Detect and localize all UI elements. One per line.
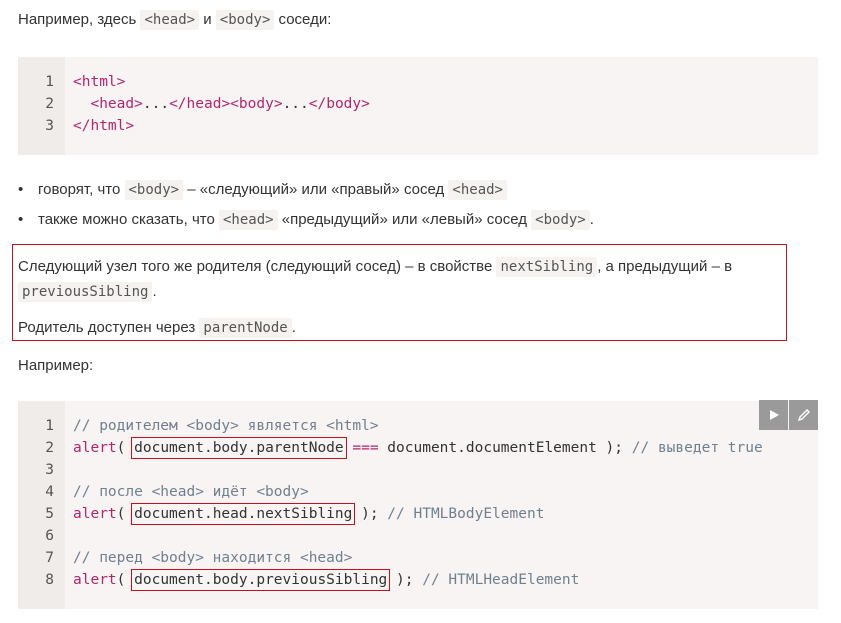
code-token: </body> [308, 96, 370, 112]
code-token: alert [73, 572, 117, 588]
callout-line-3: Родитель доступен через parentNode. [18, 318, 296, 338]
callout-text: . [152, 283, 157, 300]
edit-button[interactable] [789, 400, 818, 430]
run-button[interactable] [759, 400, 788, 430]
line-number: 3 [45, 118, 54, 134]
bullet-text-c: . [589, 211, 594, 228]
code-token: document.documentElement ); [378, 440, 632, 456]
line-number: 6 [45, 528, 54, 544]
code-line: </html> [73, 118, 134, 134]
inline-code-parentnode: parentNode [199, 318, 292, 338]
code-token: ... [142, 96, 170, 112]
code-line: alert( document.body.previousSibling ); … [73, 569, 580, 591]
code-line: // после <head> идёт <body> [73, 484, 309, 500]
play-icon [769, 410, 779, 420]
callout-text: . [291, 319, 296, 336]
code-token: ... [282, 96, 309, 112]
code-line: alert( document.body.parentNode === docu… [73, 437, 763, 459]
list-item: • также можно сказать, что <head> «преды… [18, 210, 818, 231]
code-line: alert( document.head.nextSibling ); // H… [73, 503, 545, 525]
line-number: 8 [45, 572, 54, 588]
inline-code-nextsibling: nextSibling [496, 257, 598, 277]
intro-paragraph: Например, здесь <head> и <body> соседи: [18, 10, 332, 30]
code-token: <body> [230, 96, 283, 112]
code-block-example: 1 // родителем <body> является <html> 2 ale… [18, 401, 818, 609]
code-token: <head> [90, 96, 143, 112]
code-token: ); [387, 572, 423, 588]
example-label: Например: [18, 357, 94, 374]
callout-text: , а предыдущий – в [597, 258, 733, 275]
code-token: alert [73, 506, 117, 522]
highlight-callout: Следующий узел того же родителя (следующ… [12, 244, 787, 341]
list-item-text: говорят, что <body> – «следующий» или «п… [38, 180, 507, 200]
intro-text-2: и [203, 11, 212, 28]
bullet-dot: • [18, 211, 24, 228]
line-number: 1 [45, 418, 54, 434]
inline-code: <head> [218, 210, 278, 230]
inline-code-head: <head> [140, 10, 200, 30]
code-token: </head> [169, 96, 231, 112]
code-line: // перед <body> находится <head> [73, 550, 352, 566]
bullet-text-a: говорят, что [38, 181, 121, 198]
code-token: // HTMLBodyElement [387, 506, 545, 522]
line-number: 2 [45, 440, 54, 456]
code-token: ); [352, 506, 388, 522]
inline-code-body: <body> [215, 10, 275, 30]
highlighted-expression: document.body.parentNode [131, 437, 347, 459]
code-token: </html> [73, 118, 135, 134]
code-token: <html> [73, 74, 126, 90]
code-token: // после <head> идёт <body> [73, 484, 309, 500]
line-number: 5 [45, 506, 54, 522]
code-line: // родителем <body> является <html> [73, 418, 379, 434]
line-number: 4 [45, 484, 54, 500]
list-item: • говорят, что <body> – «следующий» или … [18, 180, 818, 201]
inline-code: <body> [124, 180, 184, 200]
code-token: // перед <body> находится <head> [73, 550, 353, 566]
code-token: // выведет true [631, 440, 763, 456]
callout-line-1: Следующий узел того же родителя (следующ… [18, 257, 733, 277]
line-number: 7 [45, 550, 54, 566]
code-line: <head>...</head><body>...</body> [73, 96, 370, 112]
highlighted-expression: document.body.previousSibling [131, 569, 391, 591]
callout-text: Следующий узел того же родителя (следующ… [18, 258, 493, 275]
line-number: 1 [45, 74, 54, 90]
callout-text: Родитель доступен через [18, 319, 196, 336]
intro-text-3: соседи: [278, 11, 332, 28]
inline-code: <head> [448, 180, 507, 200]
callout-line-2: previousSibling. [18, 282, 157, 302]
code-line: <html> [73, 74, 125, 90]
bullet-text-b: «предыдущий» или «левый» сосед [281, 211, 527, 228]
bullet-dot: • [18, 181, 24, 198]
line-number: 3 [45, 462, 54, 478]
code-token: === [352, 440, 379, 456]
highlighted-expression: document.head.nextSibling [131, 503, 356, 525]
list-item-text: также можно сказать, что <head> «предыду… [38, 210, 594, 230]
bullet-text-a: также можно сказать, что [38, 211, 215, 228]
code-token: // родителем <body> является <html> [73, 418, 379, 434]
code-token: alert [73, 440, 117, 456]
code-token: // HTMLHeadElement [422, 572, 580, 588]
intro-text-1: Например, здесь [18, 11, 137, 28]
bullet-text-b: – «следующий» или «правый» сосед [187, 181, 445, 198]
code-block-html-structure: 1 <html> 2 <head>...</head><body>...</body… [18, 57, 818, 155]
inline-code: <body> [531, 210, 590, 230]
inline-code-previoussibling: previousSibling [18, 282, 153, 302]
pencil-icon [797, 409, 810, 422]
line-number: 2 [45, 96, 54, 112]
